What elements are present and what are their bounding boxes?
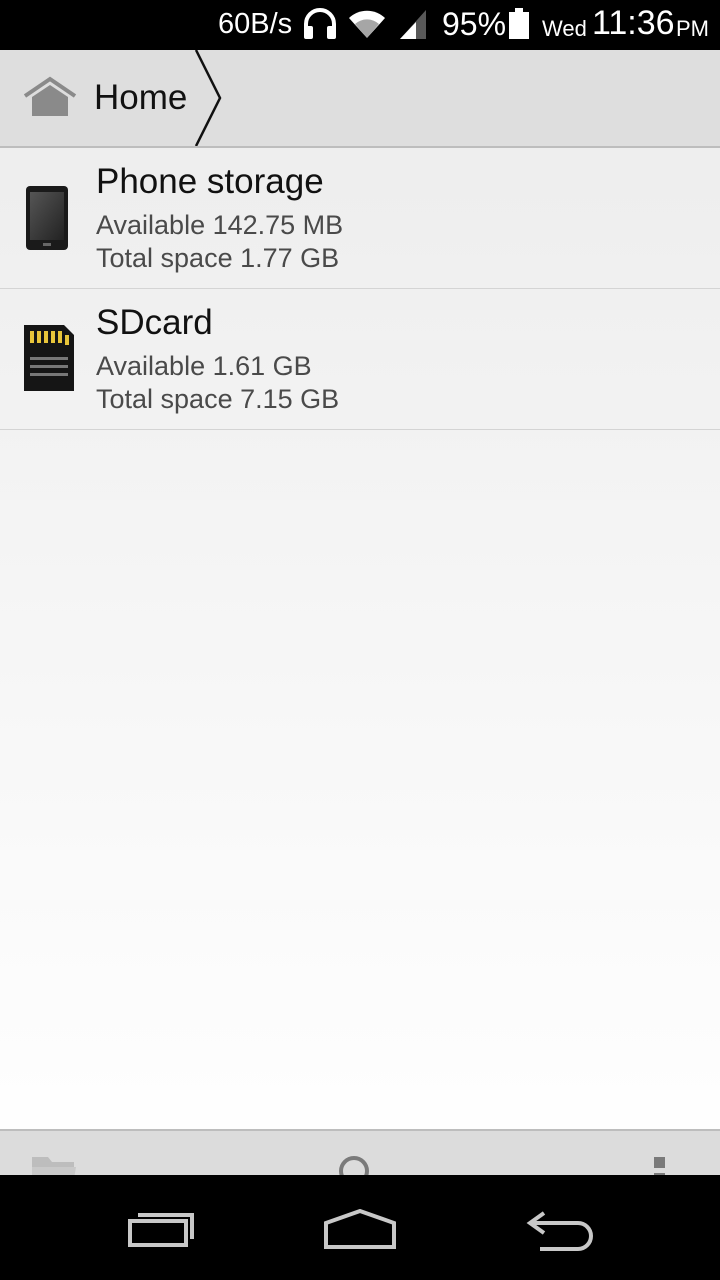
storage-total: Total space 1.77 GB <box>96 243 340 273</box>
list-item-phone-storage[interactable]: Phone storage Available 142.75 MB Total … <box>0 148 720 289</box>
back-button[interactable] <box>490 1175 630 1280</box>
breadcrumb-home[interactable]: Home <box>0 49 222 147</box>
breadcrumb-home-label: Home <box>94 78 188 117</box>
breadcrumb: Home <box>0 49 720 148</box>
recent-apps-button[interactable] <box>92 1175 232 1280</box>
phone-storage-icon <box>20 184 72 259</box>
home-folder-icon <box>22 76 78 123</box>
storage-list: Phone storage Available 142.75 MB Total … <box>0 148 720 430</box>
signal-icon <box>398 8 428 45</box>
storage-available: Available 142.75 MB <box>96 210 344 240</box>
status-time: 11:36 <box>592 4 675 42</box>
network-speed: 60B/s <box>218 8 293 40</box>
breadcrumb-separator-icon <box>194 49 224 151</box>
sdcard-icon <box>20 325 78 400</box>
system-nav-bar <box>0 1175 720 1280</box>
status-day: Wed <box>542 16 587 41</box>
headphones-icon <box>302 8 338 45</box>
wifi-icon <box>348 8 386 45</box>
status-ampm: PM <box>676 16 709 41</box>
file-manager-app: Home Phone storage Available 142.75 MB T… <box>0 49 720 1227</box>
list-item-sdcard[interactable]: SDcard Available 1.61 GB Total space 7.1… <box>0 289 720 430</box>
status-bar: 60B/s 95% Wed 11:36 PM <box>0 0 720 50</box>
storage-name: Phone storage <box>96 162 324 201</box>
storage-total: Total space 7.15 GB <box>96 384 340 414</box>
storage-name: SDcard <box>96 303 213 342</box>
storage-available: Available 1.61 GB <box>96 351 312 381</box>
battery-icon <box>508 8 530 45</box>
battery-percent: 95% <box>442 6 507 42</box>
home-button[interactable] <box>290 1175 430 1280</box>
